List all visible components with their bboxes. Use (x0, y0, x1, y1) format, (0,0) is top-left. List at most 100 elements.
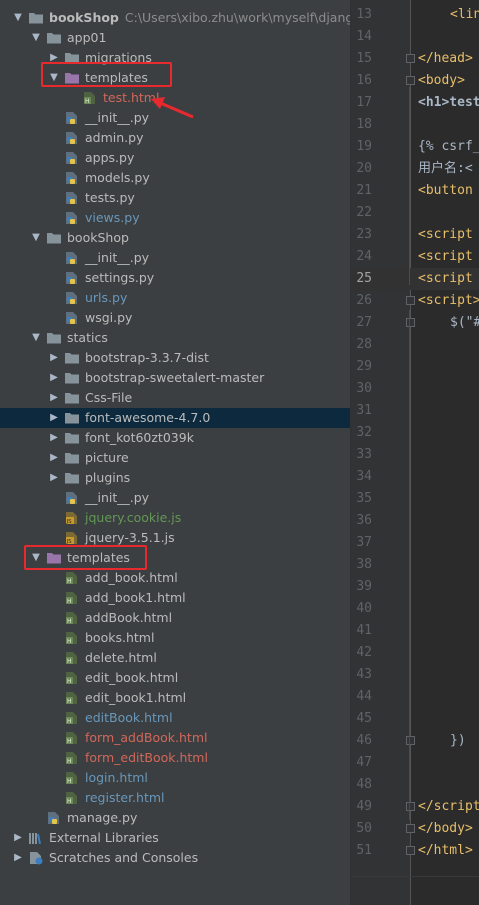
tree-item[interactable]: ▶ plugins (0, 468, 350, 488)
tree-item[interactable]: wsgi.py (0, 308, 350, 328)
chevron-down-icon[interactable]: ▼ (31, 228, 41, 248)
tree-root-row[interactable]: ▼ bookShop C:\Users\xibo.zhu\work\myself\… (0, 8, 350, 28)
tree-item[interactable]: ▼ app01 (0, 28, 350, 48)
tree-item[interactable]: Hform_addBook.html (0, 728, 350, 748)
fold-icon[interactable] (406, 318, 415, 327)
tree-item[interactable]: Hedit_book.html (0, 668, 350, 688)
tree-item[interactable]: ▶ bootstrap-sweetalert-master (0, 368, 350, 388)
tree-item[interactable]: ▶ Scratches and Consoles (0, 848, 350, 868)
tree-item[interactable]: Hform_editBook.html (0, 748, 350, 768)
code-line[interactable]: 29 (352, 356, 479, 378)
tree-item[interactable]: HeditBook.html (0, 708, 350, 728)
tree-item[interactable]: Hbooks.html (0, 628, 350, 648)
code-line[interactable]: 34 (352, 466, 479, 488)
code-line[interactable]: 51 </html> (352, 840, 479, 862)
code-line[interactable]: 50 </body> (352, 818, 479, 840)
code-line[interactable]: 43 (352, 664, 479, 686)
chevron-right-icon[interactable]: ▶ (49, 388, 59, 408)
line-number: 13 (356, 7, 372, 22)
code-line[interactable]: 38 (352, 554, 479, 576)
code-line[interactable]: 37 (352, 532, 479, 554)
code-line[interactable]: 30 (352, 378, 479, 400)
code-line[interactable]: 31 (352, 400, 479, 422)
fold-icon[interactable] (406, 802, 415, 811)
tree-item[interactable]: ▶ picture (0, 448, 350, 468)
chevron-right-icon[interactable]: ▶ (49, 448, 59, 468)
tree-item[interactable]: tests.py (0, 188, 350, 208)
code-line[interactable]: 41 (352, 620, 479, 642)
code-line[interactable]: 23 <script (352, 224, 479, 246)
fold-icon[interactable] (406, 296, 415, 305)
code-line[interactable]: 49 </script (352, 796, 479, 818)
code-line[interactable]: 36 (352, 510, 479, 532)
tree-item[interactable]: JS jquery.cookie.js (0, 508, 350, 528)
code-line[interactable]: 26 <script> (352, 290, 479, 312)
code-line[interactable]: 47 (352, 752, 479, 774)
tree-item[interactable]: Hlogin.html (0, 768, 350, 788)
tree-item[interactable]: views.py (0, 208, 350, 228)
fold-icon[interactable] (406, 54, 415, 63)
tree-item[interactable]: Hregister.html (0, 788, 350, 808)
code-line[interactable]: 28 (352, 334, 479, 356)
chevron-right-icon[interactable]: ▶ (49, 408, 59, 428)
code-line[interactable]: 45 (352, 708, 479, 730)
code-line[interactable]: 17 <h1>test (352, 92, 479, 114)
tree-item[interactable]: Hadd_book.html (0, 568, 350, 588)
tree-item[interactable]: Hadd_book1.html (0, 588, 350, 608)
fold-icon[interactable] (406, 846, 415, 855)
tree-item[interactable]: __init__.py (0, 488, 350, 508)
code-line[interactable]: 14 (352, 26, 479, 48)
code-line[interactable]: 22 (352, 202, 479, 224)
chevron-right-icon[interactable]: ▶ (49, 468, 59, 488)
tree-item[interactable]: manage.py (0, 808, 350, 828)
chevron-down-icon[interactable]: ▼ (13, 8, 23, 28)
tree-item[interactable]: ▼ statics (0, 328, 350, 348)
chevron-right-icon[interactable]: ▶ (49, 348, 59, 368)
code-line[interactable]: 44 (352, 686, 479, 708)
code-line[interactable]: 33 (352, 444, 479, 466)
code-line[interactable]: 27 $("# (352, 312, 479, 334)
code-line[interactable]: 19 {% csrf_ (352, 136, 479, 158)
fold-icon[interactable] (406, 824, 415, 833)
code-line[interactable]: 13 <lin (352, 4, 479, 26)
tree-item[interactable]: ▼ bookShop (0, 228, 350, 248)
code-editor[interactable]: 13 <lin 14 15 </head> 16 <body> 17 <h1>test 18 19 {… (352, 0, 479, 905)
code-line[interactable]: 24 <script (352, 246, 479, 268)
code-line[interactable]: 25 <script (352, 268, 479, 290)
chevron-right-icon[interactable]: ▶ (49, 368, 59, 388)
code-line[interactable]: 46}) (352, 730, 479, 752)
code-line[interactable]: 21 <button (352, 180, 479, 202)
code-text: </head> (418, 51, 473, 66)
tree-item[interactable]: apps.py (0, 148, 350, 168)
tree-item[interactable]: admin.py (0, 128, 350, 148)
chevron-down-icon[interactable]: ▼ (31, 28, 41, 48)
code-line[interactable]: 32 (352, 422, 479, 444)
code-line[interactable]: 18 (352, 114, 479, 136)
tree-item[interactable]: ▶ Css-File (0, 388, 350, 408)
code-line[interactable]: 16 <body> (352, 70, 479, 92)
tree-item[interactable]: ▶ External Libraries (0, 828, 350, 848)
tree-item[interactable]: ▶ bootstrap-3.3.7-dist (0, 348, 350, 368)
code-line[interactable]: 20 用户名:< (352, 158, 479, 180)
code-line[interactable]: 15 </head> (352, 48, 479, 70)
tree-item[interactable]: settings.py (0, 268, 350, 288)
fold-icon[interactable] (406, 76, 415, 85)
tree-item[interactable]: Hdelete.html (0, 648, 350, 668)
code-line[interactable]: 48 (352, 774, 479, 796)
code-line[interactable]: 42 (352, 642, 479, 664)
tree-item[interactable]: ▶ font_kot60zt039k (0, 428, 350, 448)
chevron-right-icon[interactable]: ▶ (13, 848, 23, 868)
tree-item[interactable]: HaddBook.html (0, 608, 350, 628)
code-line[interactable]: 40 (352, 598, 479, 620)
fold-icon[interactable] (406, 736, 415, 745)
code-line[interactable]: 35 (352, 488, 479, 510)
tree-item[interactable]: ▶ font-awesome-4.7.0 (0, 408, 350, 428)
tree-item[interactable]: models.py (0, 168, 350, 188)
chevron-right-icon[interactable]: ▶ (49, 428, 59, 448)
code-line[interactable]: 39 (352, 576, 479, 598)
tree-item[interactable]: Hedit_book1.html (0, 688, 350, 708)
tree-item[interactable]: urls.py (0, 288, 350, 308)
chevron-right-icon[interactable]: ▶ (13, 828, 23, 848)
chevron-down-icon[interactable]: ▼ (31, 328, 41, 348)
tree-item[interactable]: __init__.py (0, 248, 350, 268)
